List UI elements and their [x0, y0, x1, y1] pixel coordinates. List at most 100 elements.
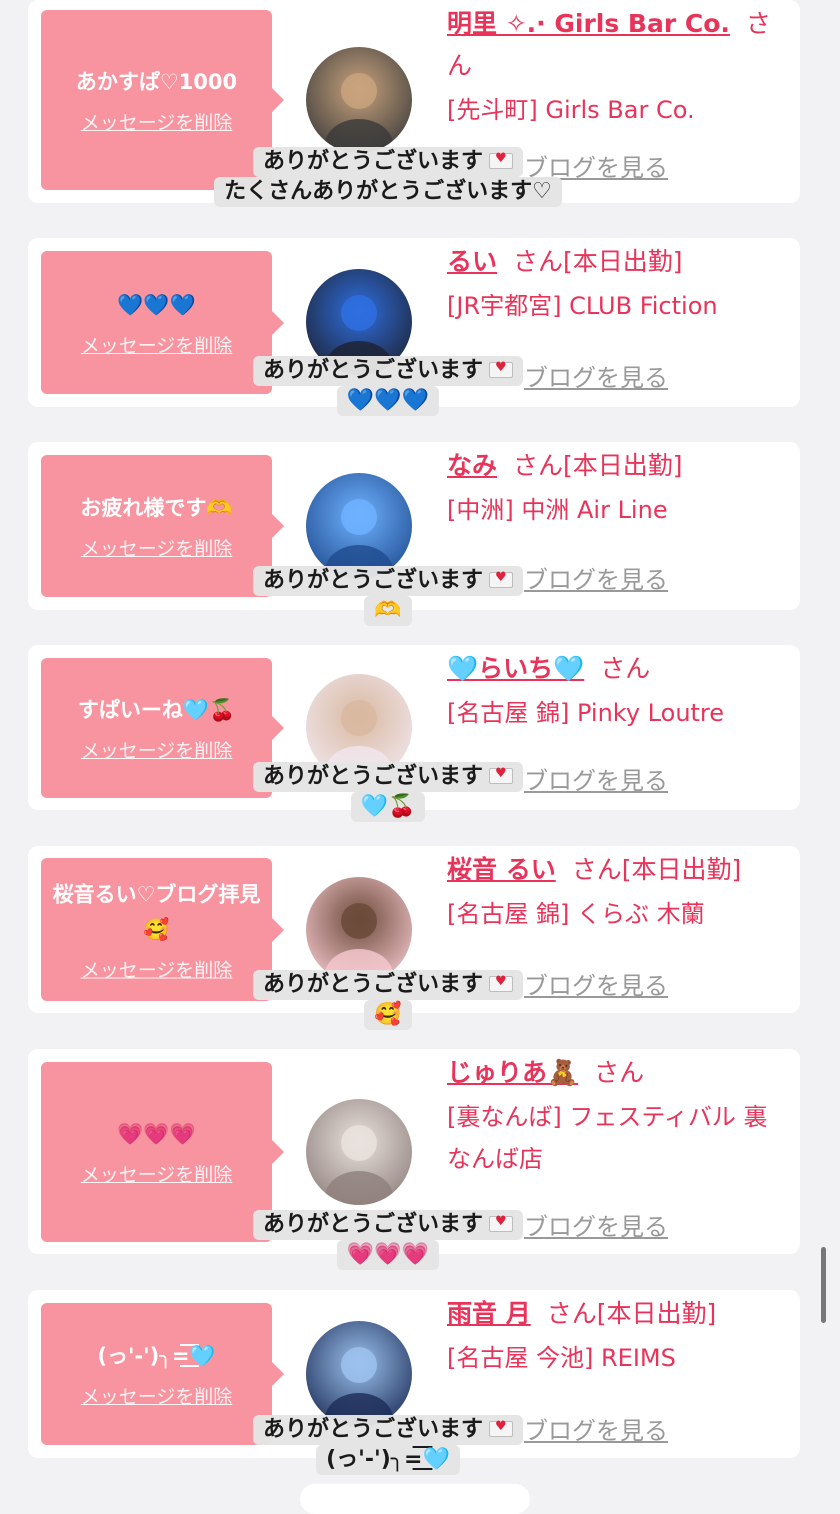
message-card: すぱいーね🩵🍒 メッセージを削除 🩵らいち🩵 さん [名古屋 錦] Pinky Lout… [28, 645, 800, 822]
message-text: あかすぱ♡1000 [75, 70, 238, 94]
honorific: さん [594, 1058, 645, 1087]
avatar[interactable] [306, 47, 412, 153]
reply-line: たくさんありがとうございます♡ [214, 177, 562, 207]
reply-line-text: ありがとうございます [262, 568, 483, 593]
reply-line-text: 💗💗💗 [346, 1242, 430, 1267]
name-line: 雨音 月さん[本日出勤] [447, 1293, 782, 1335]
cast-name-link[interactable]: 明里 ✧.· Girls Bar Co. [447, 9, 730, 38]
reply-line-text: ありがとうございます [262, 972, 483, 997]
attendance-status: [本日出勤] [563, 247, 683, 276]
message-text: 桜音るい♡ブログ拝見🥰 [52, 882, 261, 941]
cast-info: 桜音 るい さん[本日出勤] [名古屋 錦] くらぶ 木蘭 [447, 849, 782, 935]
cast-name-link[interactable]: なみ [447, 451, 497, 480]
bubble-content: 桜音るい♡ブログ拝見🥰 メッセージを削除 [41, 877, 272, 982]
reply-text: ありがとうございます 🩵🍒 [158, 762, 618, 822]
reply-row: 💙💙💙 [158, 386, 618, 416]
bubble-content: 💗💗💗 メッセージを削除 [41, 1117, 272, 1187]
delete-message-link[interactable]: メッセージを削除 [81, 108, 233, 135]
honorific: さん [546, 1299, 597, 1328]
heart-letter-icon [489, 568, 513, 588]
scrollbar[interactable] [821, 1247, 826, 1323]
reply-text: ありがとうございます 🥰 [158, 970, 618, 1030]
heart-letter-icon [489, 972, 513, 992]
shop-name: [名古屋 錦] Pinky Loutre [447, 699, 725, 727]
reply-line: ありがとうございます [252, 970, 523, 1000]
cast-name-link[interactable]: 🩵らいち🩵 [447, 654, 584, 683]
cast-name-link[interactable]: じゅりあ🧸 [447, 1058, 578, 1087]
reply-line-text: ありがとうございます [262, 1417, 483, 1442]
cast-info: るい さん[本日出勤] [JR宇都宮] CLUB Fiction [447, 241, 782, 327]
reply-line-text: 🥰 [374, 1002, 402, 1027]
delete-message-link[interactable]: メッセージを削除 [81, 331, 233, 358]
reply-row: ありがとうございます [158, 147, 618, 177]
reply-row: 🥰 [158, 1000, 618, 1030]
message-text: 💗💗💗 [117, 1122, 196, 1146]
reply-line: (っ'-')╮=͟͟͞͞🩵 [316, 1445, 460, 1475]
delete-message-link[interactable]: メッセージを削除 [81, 736, 233, 763]
message-card: お疲れ様です🫶 メッセージを削除 なみ さん[本日出勤] [中洲] 中洲 Air Lin… [28, 442, 800, 626]
reply-line: 💙💙💙 [336, 386, 440, 416]
message-card: 💙💙💙 メッセージを削除 るい さん[本日出勤] [JR宇都宮] CLUB Fictio… [28, 238, 800, 416]
cast-name-link[interactable]: るい [447, 247, 497, 276]
name-line: じゅりあ🧸 さん [447, 1052, 782, 1094]
reply-line: 🩵🍒 [350, 792, 426, 822]
reply-row: ありがとうございます [158, 762, 618, 792]
reply-text: ありがとうございます 💗💗💗 [158, 1210, 618, 1270]
bubble-content: あかすぱ♡1000 メッセージを削除 [41, 65, 272, 135]
name-line: 桜音 るい さん[本日出勤] [447, 849, 782, 891]
reply-text: ありがとうございます 🫶 [158, 566, 618, 626]
cast-name-link[interactable]: 雨音 月 [447, 1299, 531, 1328]
message-card: (っ'-')╮=͟͟͞͞🩵 メッセージを削除 雨音 月さん[本日出勤] [名古屋 今池… [28, 1290, 800, 1475]
reply-text: ありがとうございます (っ'-')╮=͟͟͞͞🩵 [158, 1415, 618, 1475]
cast-name-link[interactable]: 桜音 るい [447, 855, 556, 884]
reply-line: 💗💗💗 [336, 1240, 440, 1270]
reply-line-text: たくさんありがとうございます♡ [224, 179, 552, 204]
reply-row: ありがとうございます [158, 1210, 618, 1240]
reply-line: ありがとうございます [252, 566, 523, 596]
delete-message-link[interactable]: メッセージを削除 [81, 534, 233, 561]
delete-message-link[interactable]: メッセージを削除 [81, 1382, 233, 1409]
name-line: なみ さん[本日出勤] [447, 445, 782, 487]
attendance-status: [本日出勤] [596, 1299, 717, 1328]
reply-line-text: 🩵🍒 [360, 794, 416, 819]
heart-letter-icon [489, 358, 513, 378]
heart-letter-icon [489, 1417, 513, 1437]
reply-line: ありがとうございます [252, 762, 523, 792]
attendance-status: [本日出勤] [563, 451, 683, 480]
avatar[interactable] [306, 473, 412, 579]
reply-text: ありがとうございます 💙💙💙 [158, 356, 618, 416]
cast-info: じゅりあ🧸 さん [裏なんば] フェスティバル 裏なんば店 [447, 1052, 782, 1180]
reply-row: 🩵🍒 [158, 792, 618, 822]
reply-line: ありがとうございます [252, 147, 523, 177]
attendance-status: [本日出勤] [621, 855, 742, 884]
honorific: さん [600, 654, 651, 683]
reply-line: ありがとうございます [252, 1210, 523, 1240]
name-line: るい さん[本日出勤] [447, 241, 782, 283]
heart-letter-icon [489, 764, 513, 784]
bubble-content: お疲れ様です🫶 メッセージを削除 [41, 491, 272, 561]
reply-text: ありがとうございますたくさんありがとうございます♡ [158, 147, 618, 207]
reply-line-text: ありがとうございます [262, 764, 483, 789]
message-text: お疲れ様です🫶 [80, 496, 233, 520]
reply-line-text: ありがとうございます [262, 149, 483, 174]
avatar[interactable] [306, 1099, 412, 1205]
message-card: 💗💗💗 メッセージを削除 じゅりあ🧸 さん [裏なんば] フェスティバル 裏なんば店 ブロ… [28, 1049, 800, 1270]
reply-row: 💗💗💗 [158, 1240, 618, 1270]
shop-name: [JR宇都宮] CLUB Fiction [447, 292, 718, 320]
reply-line-text: (っ'-')╮=͟͟͞͞🩵 [326, 1447, 450, 1472]
honorific: さん [513, 247, 564, 276]
reply-line-text: 🫶 [374, 598, 402, 623]
name-line: 明里 ✧.· Girls Bar Co. さん [447, 3, 782, 87]
bottom-tab[interactable] [300, 1484, 530, 1514]
shop-name: [先斗町] Girls Bar Co. [447, 96, 695, 124]
reply-line: 🥰 [364, 1000, 412, 1030]
message-text: (っ'-')╮=͟͟͞͞🩵 [97, 1344, 216, 1368]
reply-row: ありがとうございます [158, 970, 618, 1000]
avatar[interactable] [306, 877, 412, 983]
reply-line-text: 💙💙💙 [346, 388, 430, 413]
shop-name: [中洲] 中洲 Air Line [447, 496, 668, 524]
delete-message-link[interactable]: メッセージを削除 [81, 1160, 233, 1187]
message-text: すぱいーね🩵🍒 [77, 698, 236, 722]
avatar[interactable] [306, 1321, 412, 1427]
reply-line-text: ありがとうございます [262, 1212, 483, 1237]
